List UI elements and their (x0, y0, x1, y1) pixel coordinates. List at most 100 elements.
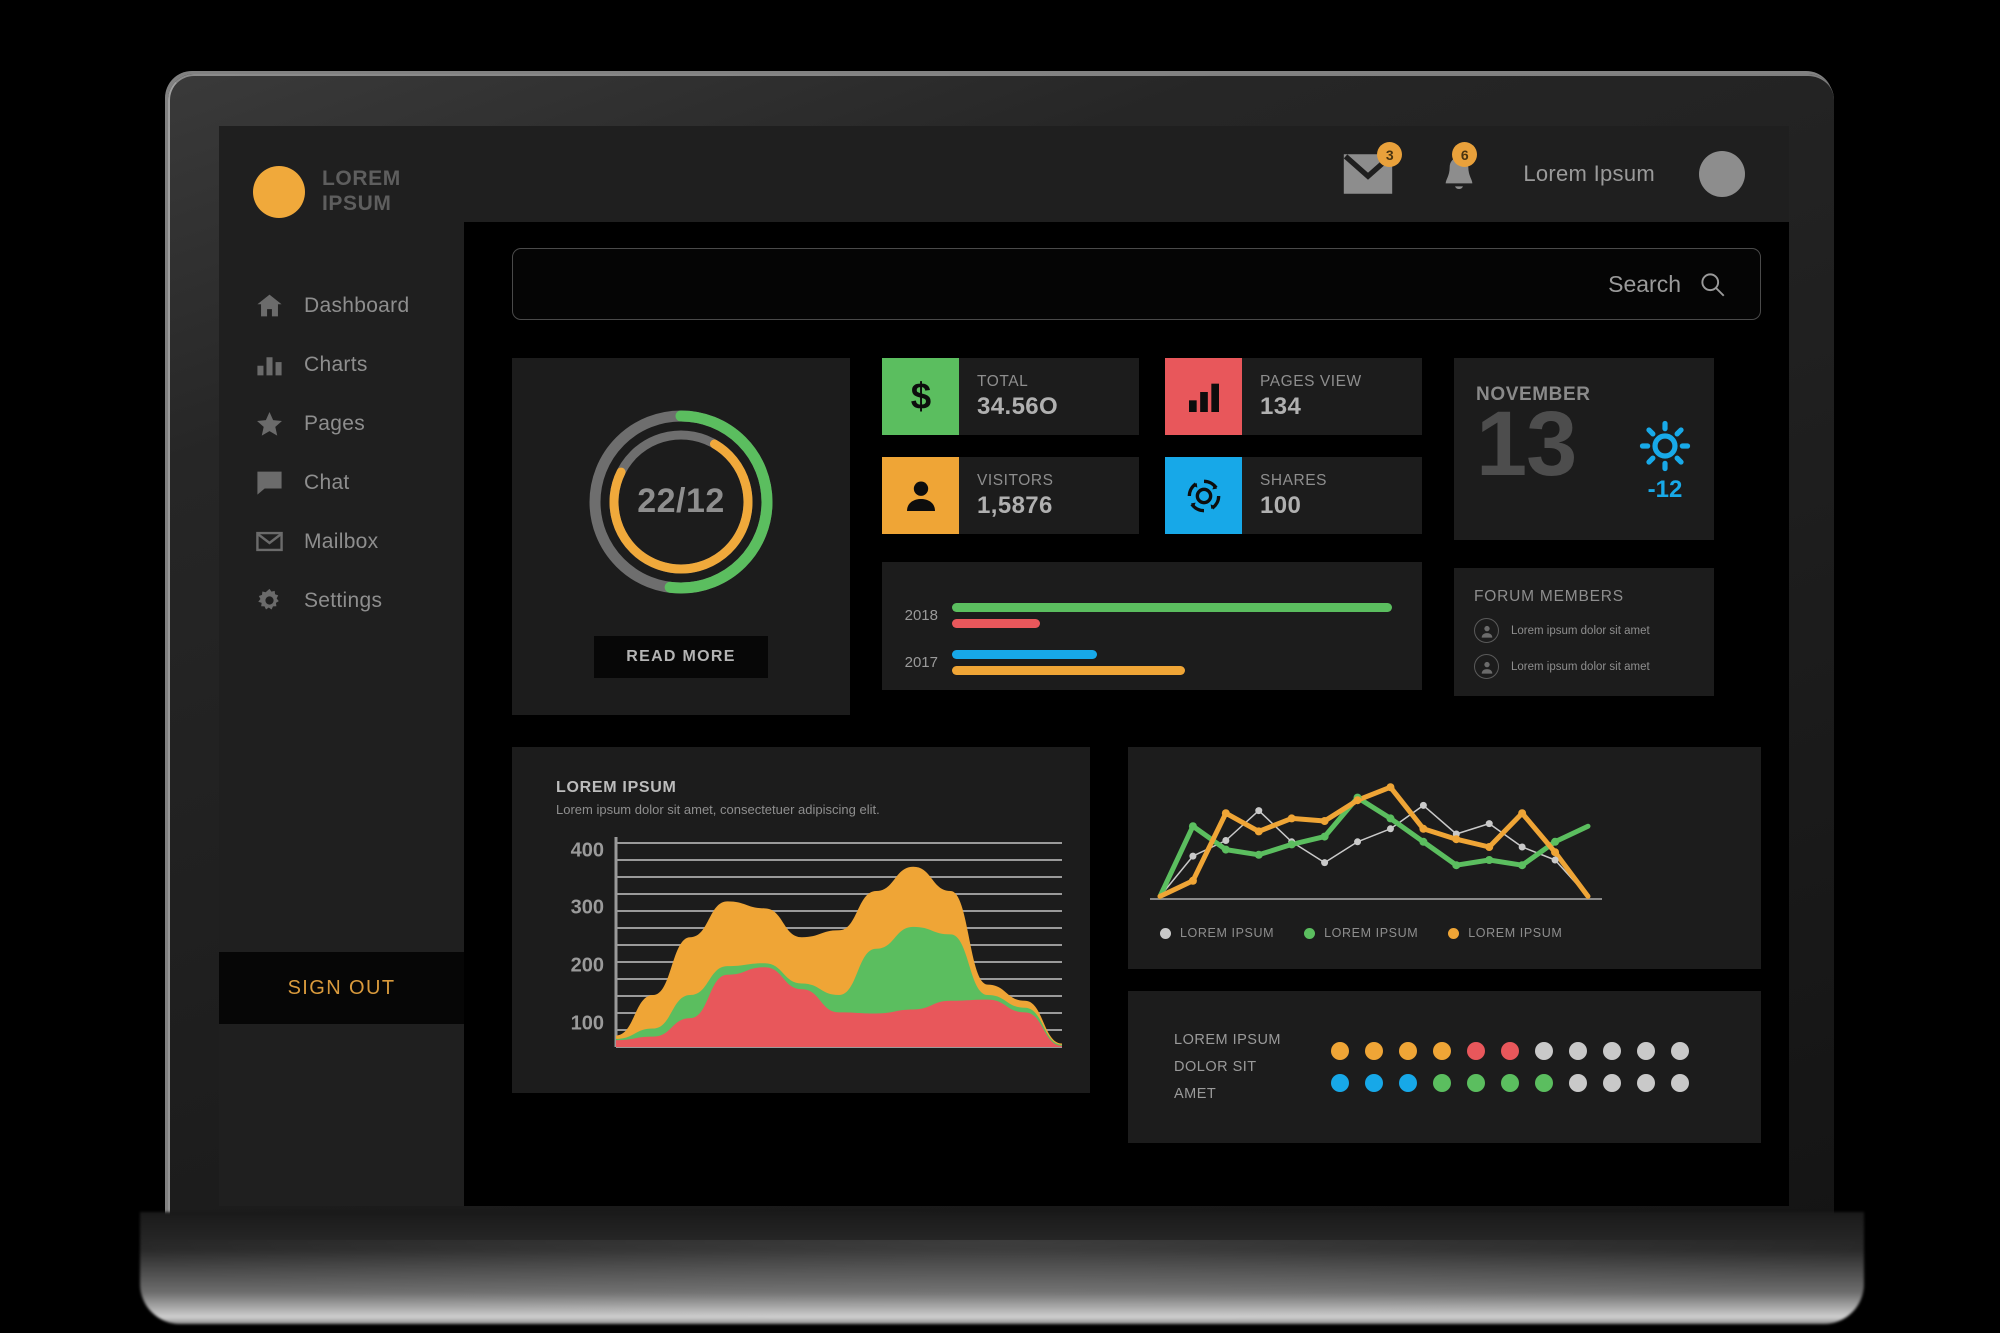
bar-segment (952, 650, 1098, 659)
legend-dot-icon (1304, 927, 1316, 939)
bar-chart-icon (255, 350, 284, 379)
y-axis-tick: 100 (570, 1012, 604, 1035)
status-dot (1671, 1074, 1690, 1092)
stat-value: 100 (1260, 491, 1302, 519)
status-dot (1501, 1074, 1520, 1092)
stat-body: PAGES VIEW 134 (1242, 358, 1362, 435)
sidebar-item-label: Dashboard (304, 293, 410, 317)
status-dot (1365, 1042, 1384, 1060)
sidebar-footer (219, 1024, 464, 1206)
bell-icon[interactable]: 6 (1439, 142, 1479, 196)
sidebar-item-label: Mailbox (304, 529, 379, 553)
legend-label: LOREM IPSUM (1324, 926, 1419, 940)
date-block: NOVEMBER 13 (1476, 384, 1628, 540)
line-chart-card: LOREM IPSUM LOREM IPSUM LOREM IPSUM (1128, 747, 1761, 969)
status-dot (1535, 1074, 1554, 1092)
column-right: NOVEMBER 13 -12 FORUM MEMBERS Lorem ipsu… (1454, 358, 1714, 696)
stat-card-visitors[interactable]: VISITORS 1,5876 (882, 457, 1139, 534)
dot-row (1331, 1074, 1690, 1092)
forum-title: FORUM MEMBERS (1474, 588, 1624, 605)
sidebar-item-mailbox[interactable]: Mailbox (219, 512, 464, 571)
brand-logo[interactable]: LOREM IPSUM (219, 126, 464, 218)
stat-label: PAGES VIEW (1260, 372, 1362, 390)
year-bar-chart: 2018 2017 (882, 562, 1422, 690)
line-chart-svg (1150, 783, 1602, 900)
donut-value: 22/12 (637, 482, 725, 520)
y-axis: 100 200 300 400 (556, 833, 612, 1055)
column-left: 22/12 READ MORE (512, 358, 850, 715)
stat-card-total[interactable]: $ TOTAL 34.56O (882, 358, 1139, 435)
stat-card-shares[interactable]: SHARES 100 (1165, 457, 1422, 534)
sidebar: LOREM IPSUM Dashboard Charts Pages Chat … (219, 126, 464, 1206)
sidebar-item-pages[interactable]: Pages (219, 394, 464, 453)
screenshot-stage: LOREM IPSUM Dashboard Charts Pages Chat … (0, 0, 2000, 1333)
status-dot (1467, 1042, 1486, 1060)
brand-dot-icon (253, 166, 305, 218)
sidebar-item-dashboard[interactable]: Dashboard (219, 276, 464, 335)
avatar[interactable] (1699, 151, 1745, 197)
status-dot (1331, 1042, 1350, 1060)
stat-value: 134 (1260, 392, 1302, 420)
status-dot (1569, 1074, 1588, 1092)
read-more-button[interactable]: READ MORE (594, 635, 768, 678)
sign-out-button[interactable]: SIGN OUT (219, 952, 464, 1024)
column-right-2: LOREM IPSUM LOREM IPSUM LOREM IPSUM LOREM … (1128, 747, 1761, 1143)
bar-stack (952, 650, 1392, 675)
legend-label: LOREM IPSUM (1180, 926, 1275, 940)
status-dot (1637, 1074, 1656, 1092)
line-chart-legend: LOREM IPSUM LOREM IPSUM LOREM IPSUM (1150, 926, 1739, 940)
avatar (1474, 654, 1499, 679)
status-dot (1331, 1074, 1350, 1092)
bar-year-label: 2018 (904, 607, 938, 624)
day-number: 13 (1476, 393, 1577, 495)
stat-value: 34.56O (977, 392, 1059, 420)
widgets-row-2: LOREM IPSUM Lorem ipsum dolor sit amet, … (512, 747, 1761, 1143)
legend-dot-icon (1448, 927, 1460, 939)
sidebar-item-label: Charts (304, 352, 368, 376)
status-dot (1603, 1042, 1622, 1060)
gear-icon (255, 586, 284, 615)
y-axis-tick: 400 (570, 839, 604, 862)
sidebar-item-settings[interactable]: Settings (219, 571, 464, 630)
stat-label: TOTAL (977, 372, 1029, 390)
member-name: Lorem ipsum dolor sit amet (1511, 660, 1650, 673)
stat-card-pages-view[interactable]: PAGES VIEW 134 (1165, 358, 1422, 435)
user-name[interactable]: Lorem Ipsum (1523, 161, 1655, 187)
dollar-icon: $ (882, 358, 959, 435)
svg-text:$: $ (910, 377, 930, 417)
list-item[interactable]: Lorem ipsum dolor sit amet (1474, 654, 1696, 679)
bar-stack (952, 603, 1392, 628)
legend-dot-icon (1160, 927, 1171, 939)
status-dot (1637, 1042, 1656, 1060)
status-dot (1433, 1074, 1452, 1092)
area-chart-svg (614, 837, 1062, 1048)
temperature-value: -12 (1647, 476, 1683, 503)
legend-item[interactable]: LOREM IPSUM (1448, 926, 1562, 940)
brand-line-1: LOREM (322, 167, 401, 191)
bar-year-label: 2017 (904, 654, 938, 671)
dot-matrix-card: LOREM IPSUM DOLOR SIT AMET (1128, 991, 1761, 1143)
y-axis-tick: 200 (570, 954, 604, 977)
search-input[interactable]: Search (512, 248, 1761, 320)
widgets-row-1: 22/12 READ MORE $ TOTAL 34.56O PAGES VIE… (512, 358, 1761, 715)
sidebar-nav: Dashboard Charts Pages Chat Mailbox Sett… (219, 276, 464, 630)
sun-icon (1639, 420, 1691, 472)
dot-row (1331, 1042, 1690, 1060)
brand-title: LOREM IPSUM (322, 167, 401, 217)
envelope-icon (255, 527, 284, 556)
legend-item[interactable]: LOREM IPSUM (1304, 926, 1418, 940)
status-dot (1399, 1074, 1418, 1092)
sidebar-item-chat[interactable]: Chat (219, 453, 464, 512)
search-icon[interactable] (1699, 271, 1726, 298)
list-item[interactable]: Lorem ipsum dolor sit amet (1474, 618, 1696, 643)
stat-value: 1,5876 (977, 491, 1053, 519)
sidebar-item-charts[interactable]: Charts (219, 335, 464, 394)
bar-chart-icon (1165, 358, 1242, 435)
dot-matrix-grid (1331, 1042, 1690, 1092)
stat-label: SHARES (1260, 471, 1328, 489)
legend-item[interactable]: LOREM IPSUM (1160, 926, 1274, 940)
dashboard-canvas: Search 22/12 READ MORE $ TOTAL 34.56O PA… (464, 222, 1789, 1206)
mail-icon[interactable]: 3 (1341, 142, 1403, 196)
bar-group-2017: 2017 (882, 650, 1392, 675)
stat-cards: $ TOTAL 34.56O PAGES VIEW 134 VISITORS 1… (882, 358, 1422, 534)
